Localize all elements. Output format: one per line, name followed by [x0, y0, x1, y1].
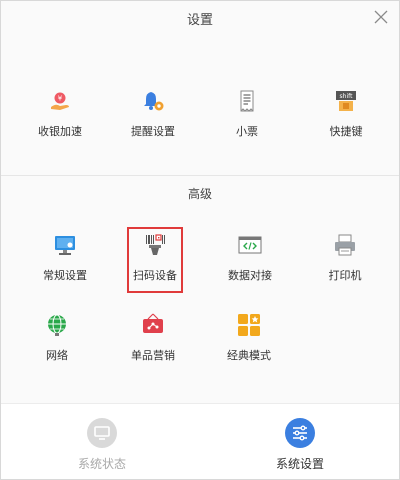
tab-label: 系统设置 [275, 457, 324, 471]
item-classic-mode[interactable]: 经典模式 [204, 313, 294, 373]
close-icon [374, 10, 388, 24]
item-label: 收银加速 [38, 125, 82, 138]
grid-tiles-icon [237, 313, 261, 337]
selected-item-highlight [127, 227, 183, 293]
window-title: 设置 [186, 13, 213, 28]
monitor-gear-icon [53, 233, 77, 257]
item-general-settings[interactable]: 常规设置 [20, 233, 110, 293]
section-title-advanced: 高级 [187, 187, 212, 201]
hand-coin-icon: ¥ [48, 89, 72, 113]
marketing-board-icon [141, 313, 165, 337]
sliders-icon [285, 418, 315, 448]
item-cashier-speedup[interactable]: ¥ 收银加速 [15, 89, 105, 149]
code-window-icon [238, 233, 262, 257]
section-divider [1, 175, 399, 176]
item-single-product-marketing[interactable]: 单品营销 [108, 313, 198, 373]
tab-label: 系统状态 [77, 457, 126, 471]
item-shortcut-keys[interactable]: shift 快捷键 [301, 89, 391, 149]
item-printer[interactable]: 打印机 [300, 233, 390, 293]
item-label: 快捷键 [329, 125, 363, 138]
shift-key-icon: shift [334, 89, 358, 113]
item-label: 常规设置 [43, 269, 87, 282]
item-data-integration[interactable]: 数据对接 [205, 233, 295, 293]
item-reminder-settings[interactable]: 提醒设置 [108, 89, 198, 149]
window-header: 设置 [1, 1, 399, 35]
footer-tabbar: 系统状态 系统设置 [1, 403, 399, 479]
item-label: 单品营销 [131, 349, 175, 362]
item-network[interactable]: 网络 [12, 313, 102, 373]
svg-text:¥: ¥ [58, 95, 63, 103]
tab-system-status[interactable]: 系统状态 [42, 414, 162, 474]
receipt-icon [235, 89, 259, 113]
shift-key-text: shift [340, 93, 354, 100]
item-label: 提醒设置 [131, 125, 175, 138]
tab-system-settings[interactable]: 系统设置 [240, 414, 360, 474]
item-label: 网络 [46, 349, 68, 362]
item-label: 经典模式 [227, 349, 271, 362]
close-button[interactable] [371, 7, 391, 27]
item-receipt[interactable]: 小票 [202, 89, 292, 149]
bell-gear-icon [141, 89, 165, 113]
globe-icon [45, 313, 69, 337]
item-label: 打印机 [328, 269, 362, 282]
settings-window: 设置 ¥ 收银加速 提醒设置 小票 shift 快捷键 高级 常规设置 扫码设备… [0, 0, 400, 480]
item-label: 数据对接 [228, 269, 272, 282]
item-label: 小票 [236, 125, 258, 138]
monitor-icon [87, 418, 117, 448]
printer-icon [333, 233, 357, 257]
